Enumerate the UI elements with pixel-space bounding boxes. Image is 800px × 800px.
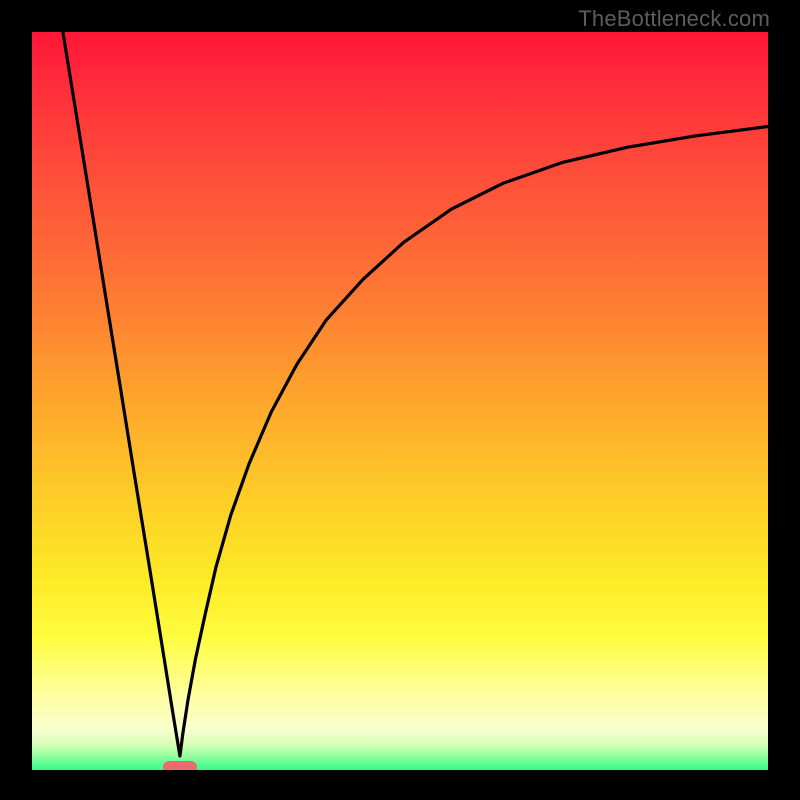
watermark-label: TheBottleneck.com [578, 6, 770, 32]
curve-path [63, 32, 768, 756]
bottleneck-curve [32, 32, 768, 770]
optimum-marker [163, 761, 197, 770]
chart-frame: TheBottleneck.com [0, 0, 800, 800]
plot-area [32, 32, 768, 770]
